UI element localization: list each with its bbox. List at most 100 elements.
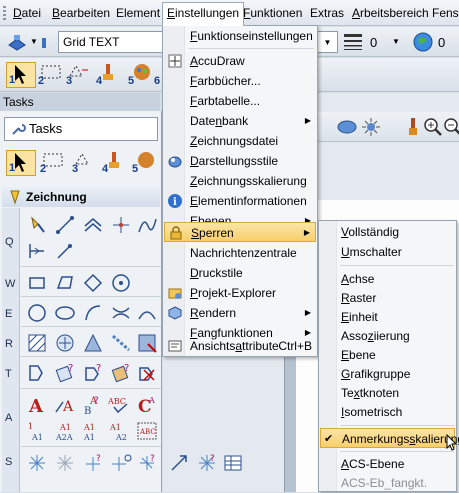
select-tool-1[interactable]: 1 <box>6 62 36 88</box>
menu-datei[interactable]: Datei <box>9 3 45 23</box>
color-swatch[interactable] <box>42 38 46 48</box>
menu-arbeitsbereich[interactable]: Arbeitsbereich <box>348 3 433 23</box>
modify-arc-icon[interactable] <box>136 302 158 324</box>
sun-icon[interactable] <box>360 116 382 138</box>
menu-einstellungen[interactable]: Einstellungen <box>162 2 245 26</box>
panel-select-tool-3[interactable]: 3 <box>70 150 100 176</box>
delete-pattern-icon[interactable] <box>136 332 158 354</box>
place-block-icon[interactable] <box>26 272 48 294</box>
menu-item-accudraw[interactable]: AccuDraw <box>164 51 316 71</box>
panel-select-tool-2[interactable]: 2 <box>38 150 68 176</box>
crosshatch-area-icon[interactable] <box>54 332 76 354</box>
table-icon[interactable] <box>222 452 244 474</box>
select-cell-icon[interactable]: ? <box>82 362 104 384</box>
place-ellipse-icon[interactable] <box>54 302 76 324</box>
place-regular-polygon-icon[interactable] <box>110 272 132 294</box>
accudraw-crosshair-icon[interactable] <box>110 214 132 236</box>
place-circle-icon[interactable] <box>26 302 48 324</box>
edit-text-icon[interactable]: A <box>54 394 76 416</box>
panel-select-tool-1[interactable]: 1 <box>6 150 36 176</box>
spell-checker-icon[interactable]: ABC <box>107 394 130 416</box>
copy-text-icon[interactable]: A1 A2 <box>108 420 130 442</box>
menu-bearbeiten[interactable]: Bearbeiten <box>48 3 114 23</box>
text-style-combo[interactable]: Grid TEXT <box>58 31 163 53</box>
hatch-area-icon[interactable] <box>26 332 48 354</box>
menu-item-darstellungsstile[interactable]: Darstellungsstile <box>164 151 316 171</box>
submenu-item-umschalter[interactable]: Umschalter <box>320 242 455 262</box>
place-stream-icon[interactable] <box>26 240 48 262</box>
change-text-attributes-icon[interactable]: CA <box>136 394 158 417</box>
submenu-item-textknoten[interactable]: Textknoten <box>320 383 455 403</box>
menu-element[interactable]: Element <box>112 3 164 23</box>
menu-item-nachrichtenzentrale[interactable]: Nachrichtenzentrale <box>164 243 316 263</box>
place-arc-tool-icon[interactable] <box>82 302 104 324</box>
place-cell-icon[interactable] <box>26 362 48 384</box>
menu-item-funktionseinstellungen[interactable]: Funktionseinstellungen <box>164 26 316 46</box>
submenu-item-einheit[interactable]: Einheit <box>320 307 455 327</box>
display-text-attributes-icon[interactable]: A B? <box>82 394 104 417</box>
menu-item-zeichnungsskalierung[interactable]: Zeichnungsskalierung <box>164 171 316 191</box>
place-shape-icon[interactable] <box>54 272 76 294</box>
submenu-item-grafikgruppe[interactable]: Grafikgruppe <box>320 364 455 384</box>
zoom-in-icon[interactable] <box>422 116 444 138</box>
menu-item-rendern[interactable]: Rendern ▶ <box>164 303 316 323</box>
line-weight-value[interactable]: 0 <box>370 35 377 50</box>
brush-icon[interactable] <box>402 116 424 138</box>
place-arc-icon[interactable] <box>54 240 76 262</box>
dimension-ordinate-icon[interactable]: ? <box>136 452 158 474</box>
dimension-size-icon[interactable] <box>54 452 76 474</box>
place-line-icon[interactable] <box>54 214 76 236</box>
submenu-item-assoziierung[interactable]: Assoziierung <box>320 326 455 346</box>
dimension-angle-icon[interactable]: ? <box>82 452 104 474</box>
globe-icon[interactable] <box>412 31 434 53</box>
place-curve-icon[interactable] <box>136 214 158 236</box>
copy-increment-text-icon[interactable]: A1 A1 <box>82 420 104 442</box>
submenu-item-ebene[interactable]: Ebene <box>320 345 455 365</box>
submenu-item-achse[interactable]: Achse <box>320 269 455 289</box>
level-value[interactable]: 0 <box>438 35 445 50</box>
drop-cell-icon[interactable] <box>136 362 158 384</box>
drawing-icon[interactable] <box>6 31 28 53</box>
menu-item-projekt-explorer[interactable]: Projekt-Explorer <box>164 283 316 303</box>
view-rotate-icon[interactable] <box>336 116 358 138</box>
menu-extras[interactable]: Extras <box>306 3 348 23</box>
place-smartline-icon[interactable] <box>82 214 104 236</box>
place-text-icon[interactable]: A <box>26 394 48 417</box>
arrow-tool-icon[interactable] <box>168 452 190 474</box>
dropdown-arrow-icon[interactable]: ▼ <box>30 37 38 46</box>
dimension-radial-icon[interactable] <box>110 452 132 474</box>
zeichnung-section-header[interactable]: Zeichnung <box>2 187 160 207</box>
panel-select-tool-4[interactable]: 4 <box>100 150 130 176</box>
menu-item-farbbuecher[interactable]: Farbbücher... <box>164 71 316 91</box>
menu-item-zeichnungsdatei[interactable]: Zeichnungsdatei <box>164 131 316 151</box>
select-tool-2[interactable]: 2 <box>36 62 66 88</box>
menubar-grip[interactable] <box>3 6 6 20</box>
submenu-item-acs-ebene[interactable]: ACS-Ebene <box>320 454 455 474</box>
select-tool-3[interactable]: 3 <box>64 62 94 88</box>
linear-pattern-icon[interactable] <box>110 332 132 354</box>
menu-item-sperren[interactable]: Sperren ▶ <box>164 222 316 242</box>
submenu-item-isometrisch[interactable]: Isometrisch <box>320 402 455 422</box>
replace-cell-icon[interactable]: ? <box>110 362 132 384</box>
submenu-item-vollstaendig[interactable]: Vollständig <box>320 222 455 242</box>
tasks-combo[interactable]: Tasks <box>4 117 158 141</box>
menu-item-ansichtsattribute[interactable]: Ansichtsattribute Ctrl+B <box>164 336 316 356</box>
text-style-dropdown-icon[interactable]: ▼ <box>318 31 338 53</box>
select-tool-4[interactable]: 4 <box>94 62 124 88</box>
menu-item-datenbank[interactable]: Datenbank ▶ <box>164 111 316 131</box>
increment-text-2-icon[interactable]: A1 A2A <box>54 420 76 442</box>
menu-item-elementinformationen[interactable]: i Elementinformationen <box>164 191 316 211</box>
panel-select-tool-5[interactable]: 5 <box>130 150 160 176</box>
submenu-item-raster[interactable]: Raster <box>320 288 455 308</box>
menu-item-farbtabelle[interactable]: Farbtabelle... <box>164 91 316 111</box>
place-point-icon[interactable] <box>26 214 48 236</box>
text-node-icon[interactable]: ABC <box>136 420 158 442</box>
menu-funktionen[interactable]: Funktionen <box>239 3 306 23</box>
place-half-ellipse-icon[interactable] <box>110 302 132 324</box>
menu-item-druckstile[interactable]: Druckstile <box>164 263 316 283</box>
identify-cell-icon[interactable]: ? <box>54 362 76 384</box>
menu-fenster[interactable]: Fenste <box>428 3 459 23</box>
increment-text-icon[interactable]: 1 A1 <box>26 420 48 442</box>
pattern-area-icon[interactable] <box>82 332 104 354</box>
zoom-out-icon[interactable] <box>442 116 459 138</box>
